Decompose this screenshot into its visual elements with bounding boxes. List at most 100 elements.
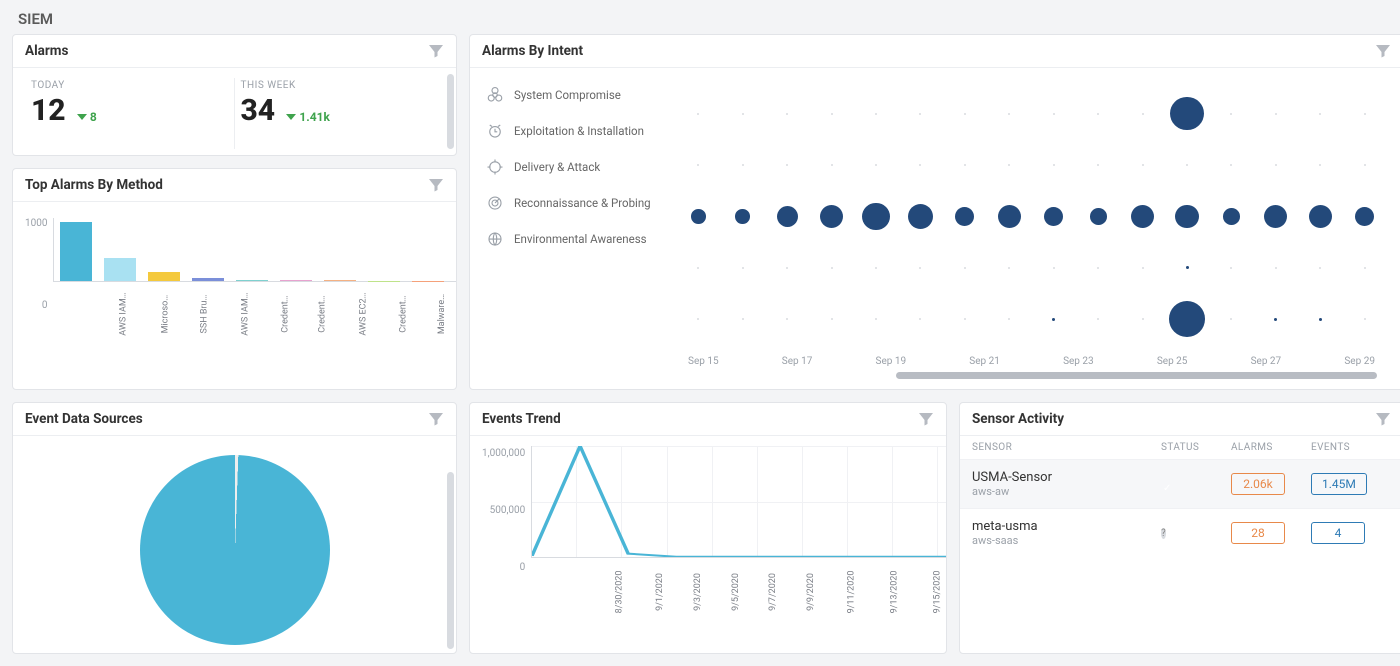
alarm-today-value: 12 [31, 93, 66, 128]
intent-legend-exploitation: Exploitation & Installation [486, 122, 676, 140]
bubble[interactable] [1186, 266, 1189, 269]
bubble[interactable] [1309, 205, 1332, 228]
bubble[interactable] [1175, 205, 1198, 228]
x-tick: Sep 17 [782, 356, 813, 367]
sensor-alarms-pill[interactable]: 2.06k [1231, 473, 1285, 495]
bubble[interactable] [1170, 97, 1204, 131]
scrollbar[interactable] [447, 472, 454, 649]
filter-icon[interactable] [1375, 43, 1391, 59]
bubble[interactable] [1090, 208, 1107, 225]
status-unknown-icon: ? [1161, 528, 1166, 539]
card-intent-title: Alarms By Intent [482, 43, 583, 59]
card-events-trend: Events Trend 1,000,000 500,000 0 [469, 402, 947, 654]
sensor-events-pill[interactable]: 1.45M [1311, 473, 1367, 495]
alarm-today-label: TODAY [31, 80, 228, 91]
th-events: EVENTS [1311, 442, 1391, 453]
filter-icon[interactable] [428, 177, 444, 193]
x-tick: Sep 29 [1344, 356, 1375, 367]
card-sources-title: Event Data Sources [25, 411, 143, 427]
card-top-alarms-title: Top Alarms By Method [25, 177, 163, 193]
th-status: STATUS [1161, 442, 1231, 453]
bubble[interactable] [955, 207, 974, 226]
alarm-week-delta: 1.41k [286, 110, 330, 124]
x-tick: Sep 23 [1063, 356, 1094, 367]
x-tick: Malware… [437, 294, 456, 334]
x-tick: Sep 19 [876, 356, 907, 367]
th-alarms: ALARMS [1231, 442, 1311, 453]
bubble[interactable] [998, 205, 1021, 228]
bubble[interactable] [1274, 318, 1277, 321]
intent-legend-recon: Reconnaissance & Probing [486, 194, 676, 212]
x-tick: Sep 25 [1157, 356, 1188, 367]
page-title: SIEM [0, 0, 1400, 34]
bubble[interactable] [1131, 205, 1154, 228]
card-alarms-title: Alarms [25, 43, 68, 59]
bar[interactable] [324, 280, 356, 281]
bubble[interactable] [777, 206, 798, 227]
filter-icon[interactable] [1375, 411, 1391, 427]
sensor-row[interactable]: meta-usma aws-saas ? 28 4 [960, 508, 1400, 557]
bar-chart[interactable] [53, 218, 456, 282]
x-tick: Sep 21 [969, 356, 1000, 367]
y-tick: 500,000 [482, 505, 525, 516]
alarm-today-delta: 8 [77, 110, 97, 124]
target-icon [486, 158, 504, 176]
bubble[interactable] [820, 205, 843, 228]
bubble[interactable] [1319, 318, 1322, 321]
alarm-clock-icon [486, 122, 504, 140]
trend-down-icon [77, 114, 87, 120]
bubble[interactable] [1052, 318, 1055, 321]
alarm-week-value: 34 [241, 93, 276, 128]
card-alarms: Alarms TODAY 12 8 THIS WEEK 34 1.41k [12, 34, 457, 156]
sensor-row[interactable]: USMA-Sensor aws-aw 2.06k 1.45M [960, 459, 1400, 508]
intent-legend-delivery-attack: Delivery & Attack [486, 158, 676, 176]
intent-bubble-chart[interactable]: Sep 15 Sep 17 Sep 19 Sep 21 Sep 23 Sep 25 Sep … [676, 80, 1387, 381]
sensor-events-pill[interactable]: 4 [1311, 522, 1365, 544]
sensor-name: meta-usma [972, 519, 1161, 534]
card-top-alarms: Top Alarms By Method 1000 0 AWS IAM…Micr… [12, 168, 457, 390]
radar-icon [486, 194, 504, 212]
scrollbar[interactable] [447, 74, 454, 149]
filter-icon[interactable] [918, 411, 934, 427]
line-chart[interactable] [531, 446, 946, 558]
alarm-stat-today: TODAY 12 8 [25, 78, 235, 149]
bar[interactable] [236, 280, 268, 282]
y-tick: 0 [482, 562, 525, 573]
bar[interactable] [280, 280, 312, 281]
bubble[interactable] [691, 209, 706, 224]
bar[interactable] [104, 258, 136, 281]
bubble[interactable] [908, 204, 933, 229]
bar[interactable] [192, 278, 224, 281]
alarm-week-label: THIS WEEK [241, 80, 439, 91]
bubble[interactable] [1355, 207, 1374, 226]
bar[interactable] [60, 222, 92, 281]
pie-chart[interactable] [140, 455, 330, 645]
bubble[interactable] [1223, 208, 1240, 225]
sensor-alarms-pill[interactable]: 28 [1231, 522, 1285, 544]
bubble[interactable] [1264, 205, 1287, 228]
bubble[interactable] [1169, 301, 1205, 337]
sensor-subname: aws-saas [972, 534, 1161, 547]
intent-legend-system-compromise: System Compromise [486, 86, 676, 104]
filter-icon[interactable] [428, 411, 444, 427]
x-tick: Sep 27 [1251, 356, 1282, 367]
globe-icon [486, 230, 504, 248]
bubble[interactable] [1044, 207, 1063, 226]
x-tick: Sep 15 [688, 356, 719, 367]
th-sensor: SENSOR [972, 442, 1161, 453]
card-trend-title: Events Trend [482, 411, 561, 427]
card-sensor-activity: Sensor Activity SENSOR STATUS ALARMS EVE… [959, 402, 1400, 654]
scrollbar[interactable] [896, 372, 1377, 379]
y-tick: 1000 [25, 218, 47, 229]
bubble[interactable] [735, 209, 750, 224]
trend-down-icon [286, 114, 296, 120]
intent-legend-environmental: Environmental Awareness [486, 230, 676, 248]
sensor-name: USMA-Sensor [972, 470, 1161, 485]
x-tick: 9/15/2020 [932, 571, 946, 614]
bubble[interactable] [862, 203, 889, 230]
bar[interactable] [148, 272, 180, 281]
filter-icon[interactable] [428, 43, 444, 59]
biohazard-icon [486, 86, 504, 104]
y-tick: 0 [25, 300, 47, 311]
card-sensor-title: Sensor Activity [972, 411, 1064, 427]
